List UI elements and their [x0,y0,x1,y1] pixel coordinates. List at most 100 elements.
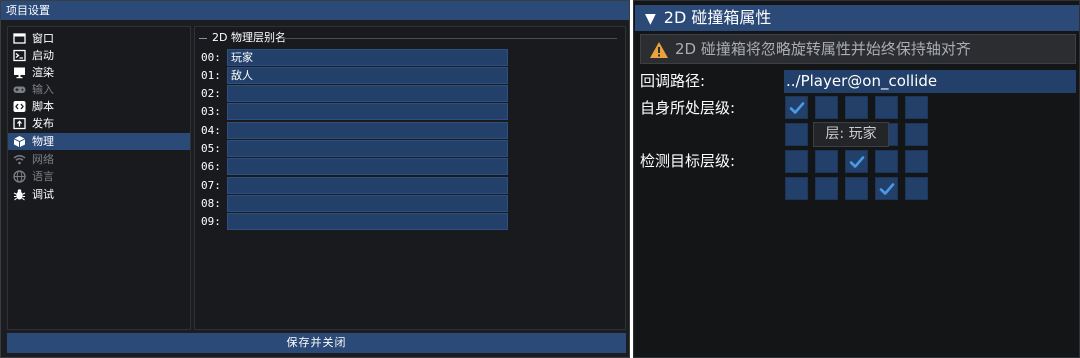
sidebar-item-label: 网络 [32,153,54,166]
layer-name-input[interactable] [227,85,508,102]
layer-name-input[interactable] [227,103,508,120]
layer-index: 06: [201,160,221,173]
self-layer-cell[interactable] [785,96,808,119]
sidebar-item-render[interactable]: 渲染 [8,64,190,81]
sidebar-item-startup[interactable]: 启动 [8,47,190,64]
callback-path-label: 回调路径: [640,72,706,90]
target-layer-cell[interactable] [815,177,838,200]
target-layer-label: 检测目标层级: [640,152,736,170]
layer-name-input[interactable] [227,122,508,139]
self-layer-cell[interactable] [875,96,898,119]
sidebar-item-label: 窗口 [32,32,54,45]
collider-properties-panel: ▼ 2D 碰撞箱属性 2D 碰撞箱将忽略旋转属性并始终保持轴对齐 回调路径: ..… [633,0,1080,358]
layer-index: 09: [201,215,221,228]
check-icon [789,102,805,114]
self-layer-cell[interactable] [905,123,928,146]
monitor-icon [13,66,26,79]
sidebar-item-network[interactable]: 网络 [8,151,190,168]
sidebar-item-label: 物理 [32,135,54,148]
layer-tooltip: 层: 玩家 [813,122,889,147]
sidebar-item-debug[interactable]: 调试 [8,186,190,203]
target-layer-cell[interactable] [815,150,838,173]
gamepad-icon [13,83,26,96]
layer-row: 03: [199,103,509,120]
header-title: 2D 碰撞箱属性 [663,8,772,27]
callback-path-input[interactable]: ../Player@on_collide [784,70,1076,93]
warning-text: 2D 碰撞箱将忽略旋转属性并始终保持轴对齐 [675,40,971,58]
layer-name-input[interactable] [227,140,508,157]
project-settings-window: 项目设置 窗口 启动 渲染 输入 脚本 发布 物理 网络 语言 调试 2D 物理… [0,0,630,358]
settings-sidebar: 窗口 启动 渲染 输入 脚本 发布 物理 网络 语言 调试 [7,26,191,330]
layer-index: 01: [201,69,221,82]
package-icon [13,117,26,130]
layer-index: 05: [201,142,221,155]
layer-name-input[interactable]: 玩家 [227,49,508,66]
layer-index: 00: [201,51,221,64]
save-and-close-button[interactable]: 保存并关闭 [7,333,626,353]
self-layer-cell[interactable] [845,96,868,119]
layer-row: 01: 敌人 [199,67,509,84]
layer-row: 08: [199,195,509,212]
target-layer-cell[interactable] [845,150,868,173]
group-divider [281,38,617,39]
sidebar-item-publish[interactable]: 发布 [8,115,190,132]
sidebar-item-label: 脚本 [32,100,54,113]
layer-row: 00: 玩家 [199,49,509,66]
sidebar-item-language[interactable]: 语言 [8,168,190,185]
target-layer-cell[interactable] [875,177,898,200]
target-layer-cell[interactable] [905,150,928,173]
check-icon [849,156,865,168]
physics-settings-content: 2D 物理层别名 00: 玩家 01: 敌人 02: 03: 04: 05: 06:… [194,26,626,330]
collapse-arrow-icon: ▼ [645,11,656,27]
sidebar-item-physics[interactable]: 物理 [8,133,190,150]
target-layer-cell[interactable] [785,150,808,173]
target-layer-cell[interactable] [905,177,928,200]
self-layer-cell[interactable] [905,96,928,119]
layer-row: 09: [199,213,509,230]
layers-group-title: 2D 物理层别名 [199,31,286,45]
layer-name-input[interactable]: 敌人 [227,67,508,84]
layer-name-input[interactable] [227,195,508,212]
bug-icon [13,188,26,201]
group-divider [199,37,207,39]
layer-row: 04: [199,122,509,139]
sidebar-item-label: 启动 [32,49,54,62]
sidebar-item-script[interactable]: 脚本 [8,98,190,115]
layer-row: 07: [199,177,509,194]
sidebar-item-label: 发布 [32,117,54,130]
wifi-icon [13,153,26,166]
target-layer-cell[interactable] [845,177,868,200]
sidebar-item-label: 调试 [32,188,54,201]
check-icon [879,183,895,195]
globe-icon [13,170,26,183]
warning-banner: 2D 碰撞箱将忽略旋转属性并始终保持轴对齐 [640,34,1076,64]
sidebar-item-input[interactable]: 输入 [8,81,190,98]
layer-index: 02: [201,87,221,100]
terminal-icon [13,49,26,62]
window-icon [13,32,26,45]
code-icon [13,100,26,113]
warning-icon [649,40,669,58]
layer-row: 02: [199,85,509,102]
sidebar-item-label: 语言 [32,170,54,183]
layer-name-input[interactable] [227,158,508,175]
self-layer-cell[interactable] [815,96,838,119]
layer-name-input[interactable] [227,177,508,194]
self-layer-label: 自身所处层级: [640,99,736,117]
layers-group-label: 2D 物理层别名 [212,31,286,44]
layer-index: 03: [201,105,221,118]
layer-index: 08: [201,197,221,210]
sidebar-item-window[interactable]: 窗口 [8,30,190,47]
layer-row: 05: [199,140,509,157]
window-title: 项目设置 [1,1,629,20]
layer-index: 04: [201,124,221,137]
target-layer-cell[interactable] [785,177,808,200]
collapsible-header[interactable]: ▼ 2D 碰撞箱属性 [635,5,1079,31]
target-layer-cell[interactable] [875,150,898,173]
cube-icon [13,135,26,148]
sidebar-item-label: 输入 [32,83,54,96]
sidebar-item-label: 渲染 [32,66,54,79]
layer-row: 06: [199,158,509,175]
self-layer-cell[interactable] [785,123,808,146]
layer-name-input[interactable] [227,213,508,230]
